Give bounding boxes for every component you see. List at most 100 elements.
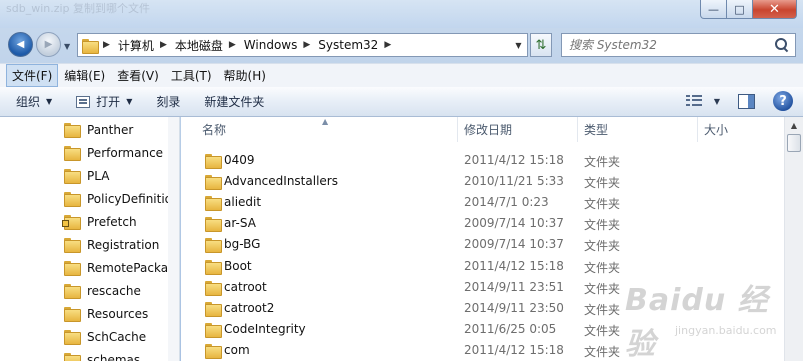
- locked-folder-icon: [62, 215, 81, 230]
- open-button[interactable]: 打开 ▼: [76, 93, 132, 110]
- window-title: sdb_win.zip 复制到哪个文件: [6, 2, 151, 15]
- new-folder-button[interactable]: 新建文件夹: [204, 93, 264, 110]
- folder-icon: [205, 344, 222, 359]
- file-date: 2014/9/11 23:51: [464, 280, 564, 294]
- file-type: 文件夹: [584, 155, 621, 169]
- change-view-icon[interactable]: [685, 95, 702, 107]
- search-box[interactable]: [561, 33, 796, 57]
- recent-pages-dropdown[interactable]: ▼: [64, 42, 70, 51]
- address-history-dropdown[interactable]: ▼: [509, 34, 527, 56]
- menu-file[interactable]: 文件(F): [6, 64, 59, 87]
- column-divider[interactable]: [457, 117, 458, 142]
- watermark-url: jingyan.baidu.com: [675, 324, 777, 337]
- forward-button[interactable]: ▶: [36, 32, 61, 57]
- preview-pane-icon[interactable]: [738, 93, 755, 109]
- back-button[interactable]: ◀: [8, 32, 33, 57]
- column-divider[interactable]: [697, 117, 698, 142]
- folder-icon: [205, 154, 222, 169]
- breadcrumb-chevron-icon[interactable]: ▶: [303, 40, 310, 50]
- file-date: 2009/7/14 10:37: [464, 216, 564, 230]
- burn-button[interactable]: 刻录: [156, 93, 180, 110]
- file-name: bg-BG: [224, 237, 261, 251]
- close-button[interactable]: ✕: [753, 0, 797, 19]
- menu-help[interactable]: 帮助(H): [218, 64, 272, 87]
- watermark-logo: Baidu 经验: [625, 283, 769, 361]
- file-name: ar-SA: [224, 216, 256, 230]
- breadcrumb-chevron-icon[interactable]: ▶: [160, 40, 167, 50]
- folder-icon: [205, 196, 222, 211]
- file-date: 2009/7/14 10:37: [464, 237, 564, 251]
- breadcrumb-system32[interactable]: System32: [318, 38, 378, 52]
- chevron-down-icon: ▼: [46, 97, 53, 106]
- tree-item[interactable]: Panther: [64, 118, 169, 141]
- tree-item[interactable]: Resources: [64, 302, 169, 325]
- window-controls: — □ ✕: [700, 0, 797, 19]
- view-options-dropdown[interactable]: ▼: [714, 97, 720, 106]
- folder-icon: [64, 353, 81, 361]
- menu-view[interactable]: 查看(V): [111, 64, 165, 87]
- column-header-date[interactable]: 修改日期: [464, 117, 577, 142]
- navigation-pane-scrollbar[interactable]: [168, 117, 179, 361]
- file-type: 文件夹: [584, 197, 621, 211]
- maximize-button[interactable]: □: [727, 0, 753, 19]
- file-date: 2014/7/1 0:23: [464, 195, 549, 209]
- table-row[interactable]: aliedit 2014/7/1 0:23 文件夹: [181, 192, 781, 213]
- table-row[interactable]: 0409 2011/4/12 15:18 文件夹: [181, 150, 781, 171]
- folder-icon: [64, 307, 81, 322]
- command-bar: 组织 ▼ 打开 ▼ 刻录 新建文件夹 ▼ ?: [0, 87, 803, 117]
- organize-button[interactable]: 组织 ▼: [16, 93, 52, 110]
- scroll-up-arrow-icon[interactable]: ▲: [785, 117, 803, 133]
- tree-item[interactable]: PLA: [64, 164, 169, 187]
- tree-item[interactable]: rescache: [64, 279, 169, 302]
- tree-item[interactable]: Prefetch: [62, 210, 169, 233]
- breadcrumb-local-disk[interactable]: 本地磁盘: [175, 37, 223, 54]
- table-row[interactable]: ar-SA 2009/7/14 10:37 文件夹: [181, 213, 781, 234]
- folder-icon: [64, 261, 81, 276]
- scrollbar-thumb[interactable]: [787, 134, 801, 152]
- table-row[interactable]: bg-BG 2009/7/14 10:37 文件夹: [181, 234, 781, 255]
- breadcrumb-chevron-icon[interactable]: ▶: [103, 40, 110, 50]
- file-date: 2014/9/11 23:50: [464, 301, 564, 315]
- minimize-button[interactable]: —: [700, 0, 727, 19]
- column-divider[interactable]: [577, 117, 578, 142]
- baidu-jingyan-watermark: Baidu 经验 jingyan.baidu.com: [615, 267, 795, 361]
- search-input[interactable]: [569, 38, 769, 52]
- file-name: com: [224, 343, 250, 357]
- column-header-type[interactable]: 类型: [584, 117, 697, 142]
- file-name: aliedit: [224, 195, 262, 209]
- help-icon[interactable]: ?: [773, 91, 793, 111]
- burn-label: 刻录: [156, 95, 181, 109]
- new-folder-label: 新建文件夹: [204, 95, 265, 109]
- tree-item[interactable]: SchCache: [64, 325, 169, 348]
- table-row[interactable]: AdvancedInstallers 2010/11/21 5:33 文件夹: [181, 171, 781, 192]
- tree-item[interactable]: Registration: [64, 233, 169, 256]
- tree-item[interactable]: Performance: [64, 141, 169, 164]
- tree-item[interactable]: RemotePackages: [64, 256, 169, 279]
- address-bar[interactable]: ▶ 计算机 ▶ 本地磁盘 ▶ Windows ▶ System32 ▶ ▼: [77, 33, 528, 57]
- column-header-name[interactable]: 名称: [202, 117, 457, 142]
- file-date: 2010/11/21 5:33: [464, 174, 564, 188]
- breadcrumb-chevron-icon[interactable]: ▶: [384, 40, 391, 50]
- folder-icon: [205, 281, 222, 296]
- tree-item[interactable]: schemas: [64, 348, 169, 361]
- file-name: 0409: [224, 153, 255, 167]
- search-icon[interactable]: [775, 38, 789, 52]
- folder-icon: [205, 323, 222, 338]
- refresh-button[interactable]: ⇅: [530, 33, 552, 57]
- organize-label: 组织: [16, 95, 41, 109]
- folder-icon: [64, 123, 81, 138]
- menu-tools[interactable]: 工具(T): [165, 64, 218, 87]
- file-date: 2011/6/25 0:05: [464, 322, 557, 336]
- breadcrumb-chevron-icon[interactable]: ▶: [229, 40, 236, 50]
- folder-icon: [64, 192, 81, 207]
- file-date: 2011/4/12 15:18: [464, 259, 564, 273]
- folder-icon: [64, 169, 81, 184]
- column-header-size[interactable]: 大小: [704, 117, 784, 142]
- tree-item[interactable]: PolicyDefinitions: [64, 187, 169, 210]
- breadcrumb-computer[interactable]: 计算机: [118, 37, 154, 54]
- menu-edit[interactable]: 编辑(E): [58, 64, 111, 87]
- open-icon: [76, 95, 91, 108]
- breadcrumb-windows[interactable]: Windows: [244, 38, 298, 52]
- folder-icon: [205, 260, 222, 275]
- navigation-pane: Panther Performance PLA PolicyDefinition…: [0, 117, 180, 361]
